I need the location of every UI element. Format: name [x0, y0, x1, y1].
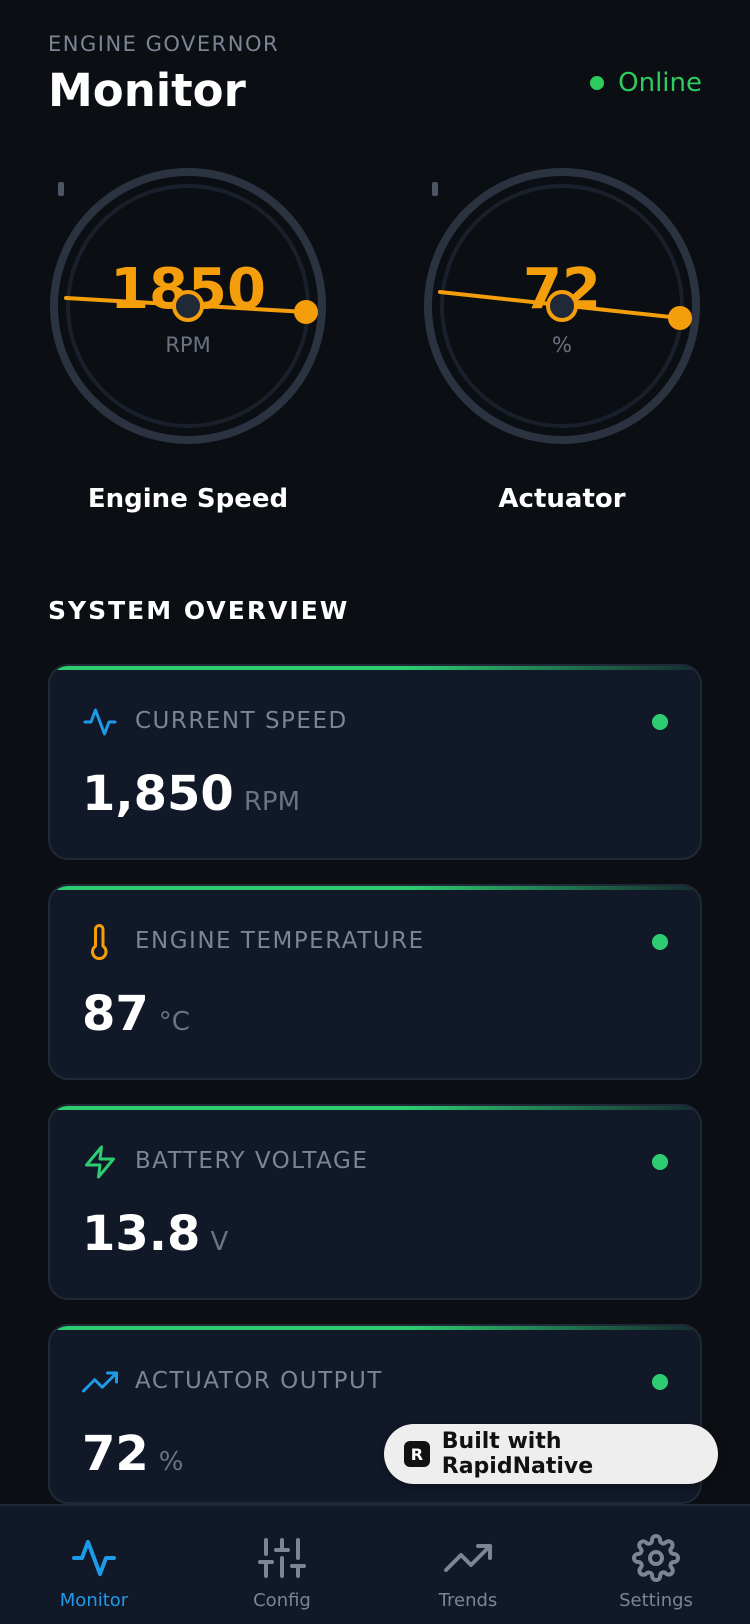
- card-label: ACTUATOR OUTPUT: [135, 1368, 383, 1394]
- gauge-label: Engine Speed: [87, 484, 289, 514]
- activity-icon: [72, 1540, 116, 1576]
- engine-speed-dial: 1850 RPM: [50, 168, 326, 444]
- tab-settings[interactable]: Settings: [596, 1534, 716, 1614]
- card-number: 72: [82, 1426, 149, 1482]
- card-unit: RPM: [243, 787, 301, 817]
- card-number: 13.8: [82, 1206, 201, 1262]
- trending-up-icon: [82, 1371, 118, 1393]
- sliders-icon: [258, 1538, 306, 1578]
- gauge-tick-mark: [58, 182, 64, 196]
- card-accent-bar: [50, 1106, 700, 1110]
- section-title: SYSTEM OVERVIEW: [48, 596, 350, 625]
- card-accent-bar: [50, 1326, 700, 1330]
- card-label: ENGINE TEMPERATURE: [135, 928, 425, 954]
- card-unit: V: [210, 1227, 229, 1257]
- tab-label: Trends: [438, 1590, 498, 1611]
- card-value: 1,850 RPM: [82, 766, 300, 822]
- gauge-unit: %: [552, 333, 572, 357]
- status-text: Online: [618, 68, 702, 98]
- card-accent-bar: [50, 666, 700, 670]
- actuator-dial: 72 %: [424, 168, 700, 444]
- gear-icon: [632, 1534, 680, 1582]
- card-number: 1,850: [82, 766, 234, 822]
- card-value: 72 %: [82, 1426, 184, 1482]
- card-label: CURRENT SPEED: [135, 708, 348, 734]
- connection-status: Online: [590, 68, 702, 98]
- engine-temperature-card[interactable]: ENGINE TEMPERATURE 87 °C: [48, 884, 702, 1080]
- card-value: 87 °C: [82, 986, 190, 1042]
- gauge-hub: [546, 290, 578, 322]
- status-dot-icon: [590, 76, 605, 90]
- app-subtitle: ENGINE GOVERNOR: [48, 32, 280, 56]
- tab-label: Settings: [619, 1590, 693, 1611]
- gauge-needle-tip: [668, 306, 692, 330]
- status-dot-icon: [652, 714, 668, 730]
- header: ENGINE GOVERNOR Monitor Online: [48, 32, 702, 117]
- tab-label: Monitor: [59, 1590, 129, 1611]
- current-speed-card[interactable]: CURRENT SPEED 1,850 RPM: [48, 664, 702, 860]
- card-accent-bar: [50, 886, 700, 890]
- status-dot-icon: [652, 934, 668, 950]
- rapidnative-logo-icon: R: [404, 1441, 430, 1467]
- card-label: BATTERY VOLTAGE: [135, 1148, 369, 1174]
- activity-icon: [83, 708, 117, 736]
- card-unit: °C: [158, 1007, 190, 1037]
- tab-trends[interactable]: Trends: [408, 1534, 528, 1614]
- thermometer-icon: [91, 924, 108, 960]
- card-value: 13.8 V: [82, 1206, 228, 1262]
- tab-monitor[interactable]: Monitor: [34, 1534, 154, 1614]
- built-with-badge[interactable]: R Built with RapidNative: [384, 1424, 718, 1484]
- bottom-tab-bar: Monitor Config Trends Settings: [0, 1504, 750, 1624]
- zap-icon: [85, 1145, 115, 1179]
- gauge-hub: [172, 290, 204, 322]
- gauge-label: Actuator: [498, 484, 626, 514]
- monitor-screen: ENGINE GOVERNOR Monitor Online 1850 RPM …: [0, 0, 750, 1624]
- battery-voltage-card[interactable]: BATTERY VOLTAGE 13.8 V: [48, 1104, 702, 1300]
- card-number: 87: [82, 986, 149, 1042]
- badge-text: Built with RapidNative: [441, 1429, 594, 1479]
- tab-label: Config: [253, 1590, 311, 1611]
- gauge-tick-mark: [432, 182, 438, 196]
- status-dot-icon: [652, 1154, 668, 1170]
- actuator-gauge: 72 % Actuator: [420, 168, 704, 514]
- tab-config[interactable]: Config: [222, 1534, 342, 1614]
- gauge-unit: RPM: [165, 333, 210, 357]
- trending-up-icon: [444, 1544, 492, 1572]
- gauge-needle-tip: [294, 300, 318, 324]
- engine-speed-gauge: 1850 RPM Engine Speed: [46, 168, 330, 514]
- status-dot-icon: [652, 1374, 668, 1390]
- card-unit: %: [158, 1447, 184, 1477]
